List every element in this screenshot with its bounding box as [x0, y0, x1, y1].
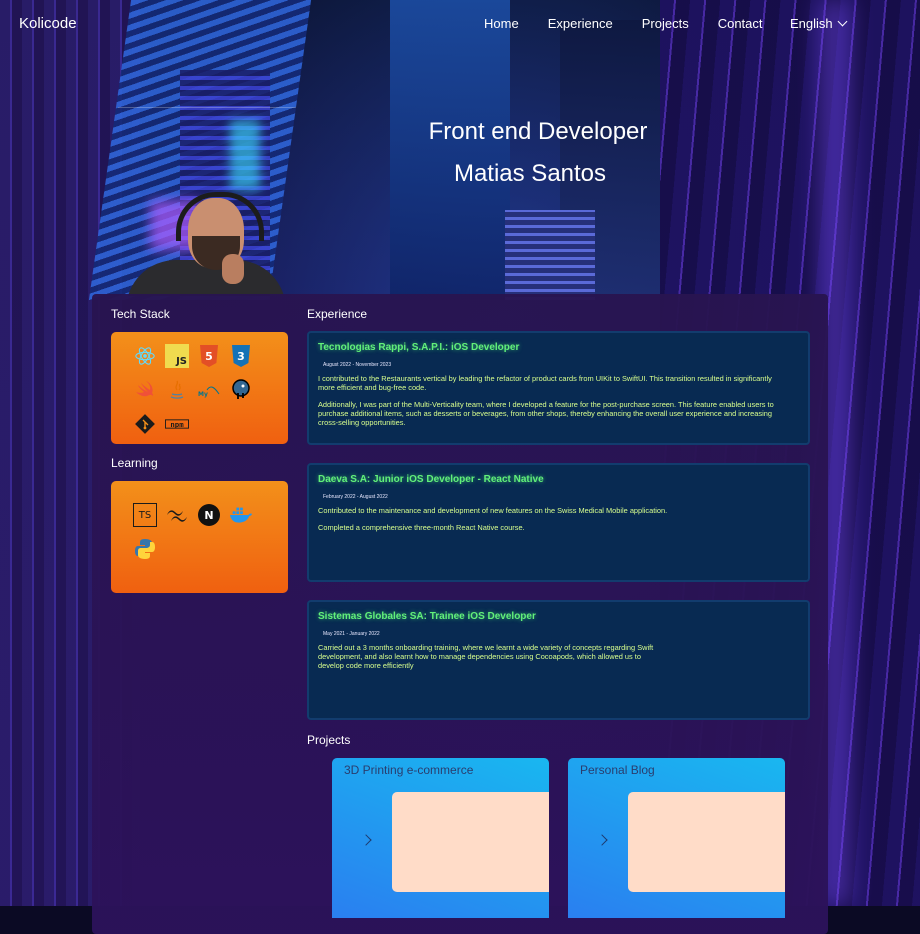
css3-icon: 3 — [229, 344, 253, 368]
experience-date: August 2022 - November 2023 — [323, 362, 392, 368]
headphones-icon — [176, 192, 264, 241]
experience-title: Daeva S.A: Junior iOS Developer - React … — [318, 474, 544, 485]
project-card[interactable]: Personal Blog — [568, 758, 785, 918]
experience-title: Tecnologias Rappi, S.A.P.I.: iOS Develop… — [318, 342, 520, 353]
learning-tile: TS N — [111, 481, 288, 593]
experience-paragraph: I contributed to the Restaurants vertica… — [318, 374, 772, 392]
chevron-right-icon[interactable] — [360, 834, 372, 846]
npm-icon: npm — [165, 412, 189, 436]
site-logo[interactable]: Kolicode — [19, 15, 77, 32]
experience-paragraph: Completed a comprehensive three-month Re… — [318, 523, 525, 532]
experience-card: Daeva S.A: Junior iOS Developer - React … — [307, 463, 810, 582]
experience-card: Sistemas Globales SA: Trainee iOS Develo… — [307, 600, 810, 720]
project-title: 3D Printing e-commerce — [344, 763, 474, 777]
avatar-hand — [222, 254, 244, 284]
tailwind-icon — [165, 503, 189, 527]
experience-description: Contributed to the maintenance and devel… — [318, 506, 698, 540]
svg-text:My: My — [198, 391, 208, 398]
project-card[interactable]: 3D Printing e-commerce — [332, 758, 549, 918]
mysql-icon: My — [197, 378, 221, 402]
language-selector[interactable]: English — [790, 16, 848, 31]
chevron-down-icon — [837, 16, 848, 27]
typescript-icon: TS — [133, 503, 157, 527]
experience-description: I contributed to the Restaurants vertica… — [318, 374, 788, 435]
tech-stack-heading: Tech Stack — [111, 307, 170, 321]
divider — [118, 107, 296, 108]
svg-text:npm: npm — [170, 420, 184, 429]
language-label: English — [790, 16, 833, 31]
experience-card: Tecnologias Rappi, S.A.P.I.: iOS Develop… — [307, 331, 810, 445]
experience-description: Carried out a 3 months onboarding traini… — [318, 643, 663, 678]
java-icon — [165, 378, 189, 402]
nextjs-icon: N — [197, 503, 221, 527]
experience-heading: Experience — [307, 307, 368, 321]
experience-paragraph: Additionally, I was part of the Multi-Ve… — [318, 400, 774, 427]
building — [505, 210, 595, 300]
git-icon — [133, 412, 157, 436]
javascript-icon: JS — [165, 344, 189, 368]
docker-icon — [229, 503, 253, 527]
nav-link-contact[interactable]: Contact — [718, 16, 763, 31]
avatar — [118, 188, 296, 296]
experience-paragraph: Carried out a 3 months onboarding traini… — [318, 643, 654, 670]
swift-icon — [133, 378, 157, 402]
experience-paragraph: Contributed to the maintenance and devel… — [318, 506, 668, 515]
navbar: Kolicode Home Experience Projects Contac… — [0, 0, 920, 48]
nav-link-projects[interactable]: Projects — [642, 16, 689, 31]
html5-icon: 5 — [197, 344, 221, 368]
hero-name: Matias Santos — [453, 160, 607, 187]
hero-title: Front end Developer — [428, 118, 648, 145]
nav-links: Home Experience Projects Contact — [484, 16, 763, 31]
postgresql-icon — [229, 378, 253, 402]
learning-heading: Learning — [111, 456, 158, 470]
svg-text:N: N — [204, 509, 213, 522]
svg-text:3: 3 — [237, 350, 245, 363]
experience-date: May 2021 - January 2022 — [323, 631, 380, 637]
react-icon — [133, 344, 157, 368]
python-icon — [133, 537, 157, 561]
project-title: Personal Blog — [580, 763, 655, 777]
projects-heading: Projects — [307, 733, 351, 747]
project-image — [628, 792, 785, 892]
tech-stack-tile: JS 5 3 My npm — [111, 332, 288, 444]
experience-title: Sistemas Globales SA: Trainee iOS Develo… — [318, 611, 536, 622]
svg-text:5: 5 — [205, 350, 213, 363]
nav-link-home[interactable]: Home — [484, 16, 519, 31]
nav-link-experience[interactable]: Experience — [548, 16, 613, 31]
experience-date: February 2022 - August 2022 — [323, 494, 388, 500]
project-image — [392, 792, 549, 892]
chevron-right-icon[interactable] — [596, 834, 608, 846]
